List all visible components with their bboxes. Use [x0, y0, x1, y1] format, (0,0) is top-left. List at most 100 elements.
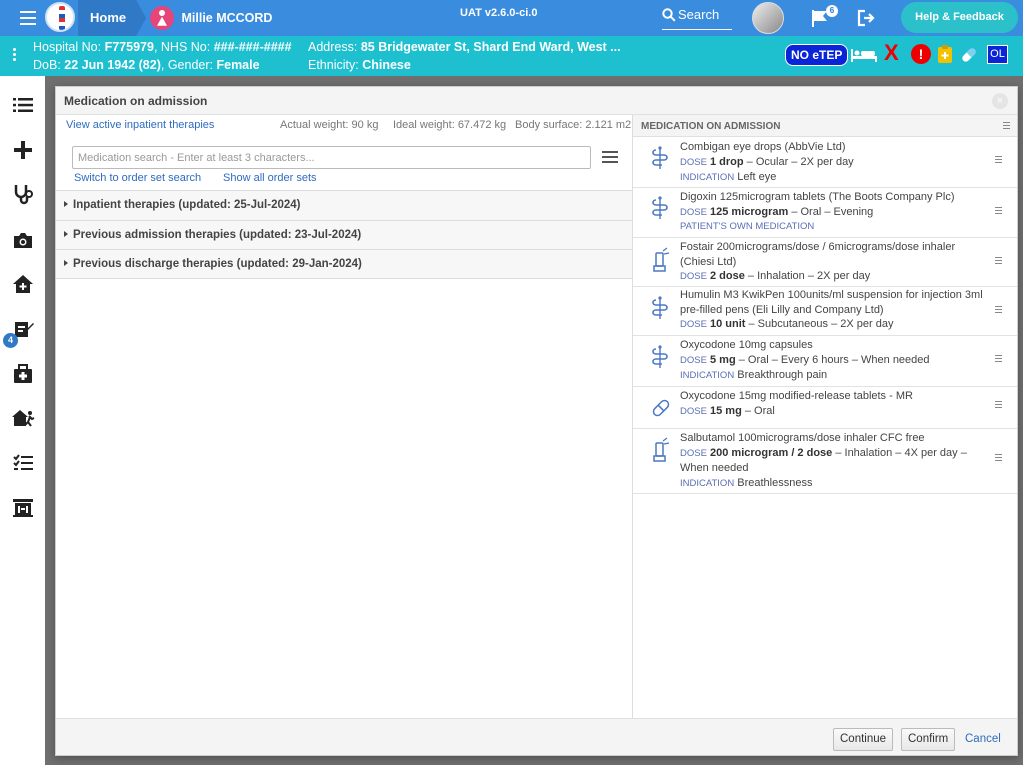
medication-item[interactable]: Oxycodone 15mg modified-release tablets …: [633, 387, 1017, 429]
therapy-search-pane: View active inpatient therapies Actual w…: [56, 115, 632, 718]
home-plus-icon: [12, 275, 33, 293]
medication-item[interactable]: Humulin M3 KwikPen 100units/ml suspensio…: [633, 287, 1017, 336]
x-alert-icon[interactable]: X: [884, 42, 899, 64]
medication-item[interactable]: Oxycodone 10mg capsules DOSE 5 mg – Oral…: [633, 336, 1017, 387]
no-etep-badge[interactable]: NO eTEP: [785, 44, 849, 66]
sidebar-item-home-admission[interactable]: [0, 263, 45, 305]
medication-dose: 125 microgram: [710, 205, 789, 218]
confirm-button[interactable]: Confirm: [901, 728, 956, 751]
breadcrumb-home[interactable]: Home: [78, 0, 146, 36]
search-label: Search: [678, 7, 720, 22]
prescribing-count-badge: 4: [3, 333, 18, 348]
drag-handle-icon[interactable]: [995, 257, 1002, 266]
sidebar-item-clinical[interactable]: [0, 173, 45, 215]
flag-count-badge: 6: [826, 5, 838, 17]
female-patient-icon: [150, 5, 174, 30]
medication-dose: 200 microgram / 2 dose: [710, 446, 833, 459]
medication-dose: 1 drop: [710, 155, 744, 168]
ward-icon: [12, 499, 33, 517]
sidebar-item-prescribing[interactable]: 4: [0, 308, 45, 350]
top-bar: Home Millie MCCORD UAT v2.6.0-ci.0 Searc…: [0, 0, 1023, 36]
search-options-menu-icon[interactable]: [602, 151, 618, 166]
nhs-number: ###-###-####: [213, 40, 292, 54]
dialog-footer: Continue Confirm Cancel: [56, 718, 1017, 755]
drag-handle-icon[interactable]: [995, 306, 1002, 315]
continue-button[interactable]: Continue: [833, 728, 894, 751]
camera-icon: [13, 232, 32, 248]
medication-item[interactable]: Salbutamol 100micrograms/dose inhaler CF…: [633, 429, 1017, 494]
patient-address: Address: 85 Bridgewater St, Shard End Wa…: [308, 40, 621, 54]
medication-dose: 2 dose: [710, 270, 745, 282]
sidebar-item-camera[interactable]: [0, 219, 45, 261]
section-previous-discharge-therapies[interactable]: Previous discharge therapies (updated: 2…: [56, 249, 632, 279]
user-avatar[interactable]: [752, 2, 784, 34]
exclamation-alert-icon[interactable]: !: [911, 44, 931, 64]
medication-search-input[interactable]: [72, 146, 591, 169]
medication-name: Oxycodone 15mg modified-release tablets …: [680, 390, 913, 402]
cancel-link[interactable]: Cancel: [965, 733, 1001, 745]
section-inpatient-therapies[interactable]: Inpatient therapies (updated: 25-Jul-202…: [56, 190, 632, 220]
close-icon[interactable]: ×: [992, 93, 1008, 109]
expand-triangle-icon: [64, 230, 68, 237]
patient-menu-icon[interactable]: [13, 48, 17, 63]
drag-handle-icon[interactable]: [995, 401, 1002, 410]
dob-value: 22 Jun 1942 (82): [64, 58, 161, 72]
medication-name: Fostair 200micrograms/dose / 6micrograms…: [680, 241, 956, 268]
app-logo[interactable]: [45, 2, 75, 32]
drag-handle-icon[interactable]: [995, 207, 1002, 216]
clipboard-icon[interactable]: [937, 44, 953, 64]
snake-staff-icon: [652, 146, 668, 169]
hamburger-menu-icon[interactable]: [20, 11, 36, 25]
switch-to-order-set-search-link[interactable]: Switch to order set search: [74, 172, 201, 184]
section-previous-admission-therapies[interactable]: Previous admission therapies (updated: 2…: [56, 219, 632, 249]
medication-name: Combigan eye drops (AbbVie Ltd): [680, 141, 846, 153]
medication-name: Salbutamol 100micrograms/dose inhaler CF…: [680, 432, 925, 444]
breadcrumb-patient[interactable]: Millie MCCORD: [150, 0, 272, 36]
discharge-icon: [11, 410, 34, 427]
list-icon: [12, 98, 33, 112]
patient-dob-gender: DoB: 22 Jun 1942 (82), Gender: Female: [33, 58, 260, 72]
medical-bag-icon: [13, 364, 32, 383]
sidebar-item-medical-bag[interactable]: [0, 353, 45, 395]
ideal-weight: Ideal weight: 67.472 kg: [393, 119, 507, 131]
version-label: UAT v2.6.0-ci.0: [460, 7, 538, 19]
dialog-title: Medication on admission: [64, 94, 208, 108]
show-all-order-sets-link[interactable]: Show all order sets: [223, 172, 317, 184]
medication-name: Humulin M3 KwikPen 100units/ml suspensio…: [680, 289, 983, 316]
logout-icon[interactable]: [856, 8, 876, 28]
body-surface: Body surface: 2.121 m2: [515, 119, 632, 131]
sidebar-item-list[interactable]: [0, 84, 45, 126]
sidebar-item-add[interactable]: [0, 129, 45, 171]
search-button[interactable]: Search: [662, 4, 732, 30]
snake-staff-icon: [652, 345, 668, 368]
help-feedback-button[interactable]: Help & Feedback: [901, 2, 1018, 33]
medication-on-admission-dialog: Medication on admission × View active in…: [55, 86, 1018, 756]
medication-indication: Left eye: [737, 171, 777, 183]
ol-badge[interactable]: OL: [987, 45, 1008, 64]
inhaler-icon: [653, 437, 670, 462]
capsule-icon: [652, 399, 670, 417]
checklist-icon: [12, 454, 33, 470]
medication-item[interactable]: Fostair 200micrograms/dose / 6micrograms…: [633, 238, 1017, 287]
drag-handle-icon[interactable]: [995, 156, 1002, 165]
patient-name: Millie MCCORD: [181, 11, 273, 25]
medication-item[interactable]: Combigan eye drops (AbbVie Ltd) DOSE 1 d…: [633, 137, 1017, 188]
medication-indication: Breathlessness: [737, 476, 813, 489]
sidebar: 4: [0, 76, 45, 765]
view-active-inpatient-therapies-link[interactable]: View active inpatient therapies: [66, 119, 214, 131]
medication-dose: 15 mg: [710, 404, 742, 417]
medication-on-admission-pane: MEDICATION ON ADMISSION Combigan eye dro…: [632, 115, 1017, 718]
sidebar-item-ward[interactable]: [0, 487, 45, 529]
sidebar-item-discharge[interactable]: [0, 397, 45, 439]
drag-handle-icon[interactable]: [995, 355, 1002, 364]
bed-icon[interactable]: [850, 47, 878, 63]
medication-item[interactable]: Digoxin 125microgram tablets (The Boots …: [633, 188, 1017, 238]
medication-name: Oxycodone 10mg capsules: [680, 339, 813, 351]
drag-handle-icon[interactable]: [995, 454, 1002, 463]
pane-menu-icon[interactable]: [1003, 122, 1010, 131]
pill-icon[interactable]: [959, 45, 979, 65]
pane-header: MEDICATION ON ADMISSION: [633, 115, 1017, 137]
plus-icon: [13, 141, 32, 159]
dialog-header: Medication on admission ×: [56, 87, 1017, 115]
sidebar-item-tasks[interactable]: [0, 442, 45, 484]
